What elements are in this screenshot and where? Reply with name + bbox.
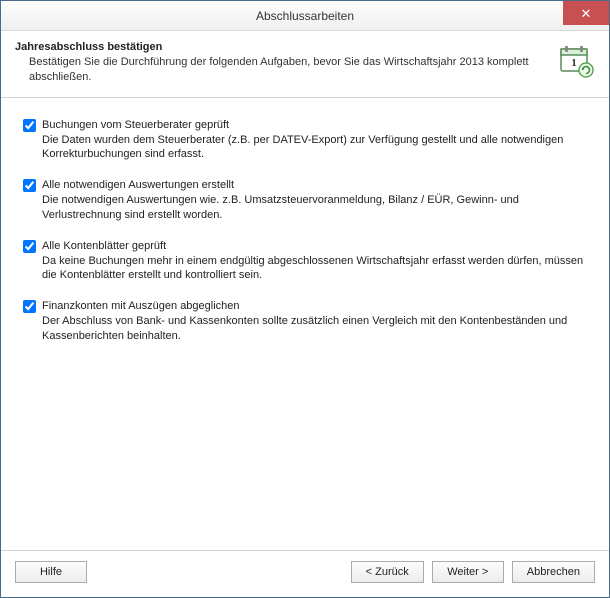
task-item: Alle notwendigen Auswertungen erstellt D…	[23, 178, 587, 223]
cancel-button[interactable]: Abbrechen	[512, 561, 595, 583]
wizard-header: Jahresabschluss bestätigen Bestätigen Si…	[1, 31, 609, 98]
close-icon: ✕	[581, 7, 592, 20]
task-desc: Die notwendigen Auswertungen wie. z.B. U…	[42, 193, 587, 223]
task-desc: Da keine Buchungen mehr in einem endgült…	[42, 254, 587, 284]
task-desc: Die Daten wurden dem Steuerberater (z.B.…	[42, 133, 587, 163]
task-checkbox-finanzkonten[interactable]	[23, 300, 36, 313]
help-button[interactable]: Hilfe	[15, 561, 87, 583]
header-subtitle: Bestätigen Sie die Durchführung der folg…	[15, 55, 551, 85]
task-checkbox-kontenblaetter[interactable]	[23, 240, 36, 253]
svg-text:1: 1	[571, 57, 577, 69]
task-title: Buchungen vom Steuerberater geprüft	[42, 118, 587, 133]
task-checkbox-auswertungen[interactable]	[23, 179, 36, 192]
task-body: Buchungen vom Steuerberater geprüft Die …	[42, 118, 587, 163]
task-item: Finanzkonten mit Auszügen abgeglichen De…	[23, 299, 587, 344]
task-title: Finanzkonten mit Auszügen abgeglichen	[42, 299, 587, 314]
titlebar: Abschlussarbeiten ✕	[1, 1, 609, 31]
task-title: Alle Kontenblätter geprüft	[42, 239, 587, 254]
back-button[interactable]: < Zurück	[351, 561, 424, 583]
task-list: Buchungen vom Steuerberater geprüft Die …	[1, 98, 609, 550]
next-button[interactable]: Weiter >	[432, 561, 504, 583]
task-body: Finanzkonten mit Auszügen abgeglichen De…	[42, 299, 587, 344]
close-button[interactable]: ✕	[563, 1, 609, 25]
window: Abschlussarbeiten ✕ Jahresabschluss best…	[0, 0, 610, 598]
task-body: Alle Kontenblätter geprüft Da keine Buch…	[42, 239, 587, 284]
task-body: Alle notwendigen Auswertungen erstellt D…	[42, 178, 587, 223]
task-title: Alle notwendigen Auswertungen erstellt	[42, 178, 587, 193]
window-title: Abschlussarbeiten	[1, 9, 609, 23]
task-item: Alle Kontenblätter geprüft Da keine Buch…	[23, 239, 587, 284]
task-desc: Der Abschluss von Bank- und Kassenkonten…	[42, 314, 587, 344]
task-item: Buchungen vom Steuerberater geprüft Die …	[23, 118, 587, 163]
calendar-refresh-icon: 1	[559, 43, 595, 79]
task-checkbox-steuerberater[interactable]	[23, 119, 36, 132]
header-title: Jahresabschluss bestätigen	[15, 41, 551, 53]
footer-right: < Zurück Weiter > Abbrechen	[351, 561, 595, 583]
wizard-footer: Hilfe < Zurück Weiter > Abbrechen	[1, 550, 609, 597]
header-text: Jahresabschluss bestätigen Bestätigen Si…	[15, 41, 551, 85]
